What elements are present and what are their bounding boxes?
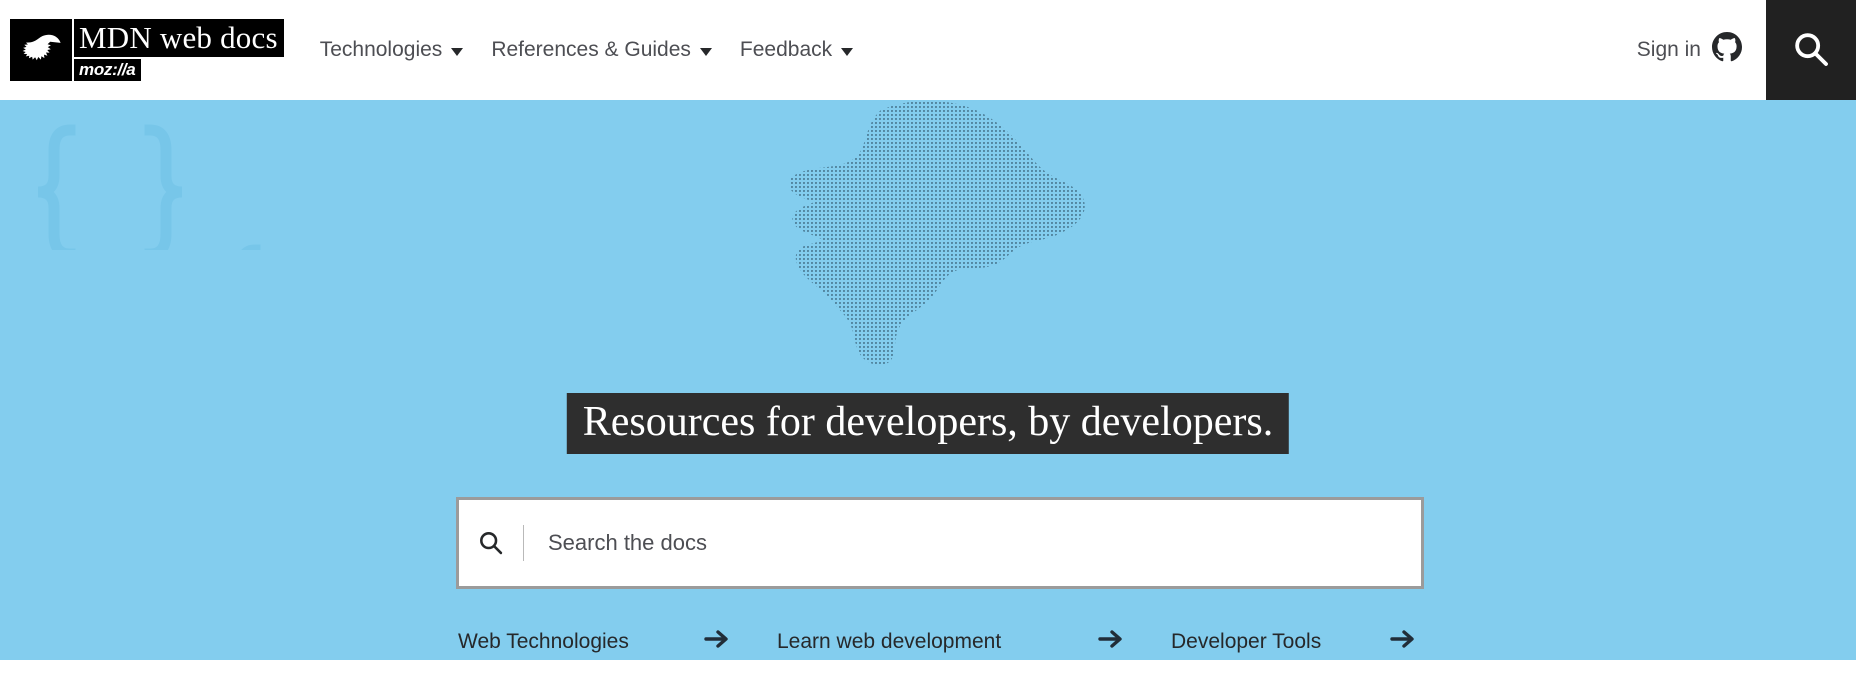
logo-wordmark: MDN web docs [74,19,284,57]
arrow-right-icon [1098,628,1124,656]
logo-text-wrap: MDN web docs moz://a [72,19,284,81]
github-icon [1712,32,1742,68]
search-icon [1791,29,1831,72]
dinosaur-head-icon [10,19,72,81]
page-bottom-spacer [0,660,1856,683]
nav-item-label: References & Guides [491,38,691,61]
search-icon [459,529,523,557]
code-brace-background-pattern [0,100,300,250]
hero-quick-links: Web Technologies Learn web development D… [456,628,1418,660]
header-right-controls: Sign in [1637,0,1856,100]
search-input[interactable] [524,500,1421,586]
quick-link-label: Developer Tools [1171,630,1322,653]
hero-section: Resources for developers, by developers.… [0,100,1856,660]
quick-link-learn-web-development[interactable]: Learn web development [775,628,1126,660]
arrow-right-icon [704,628,730,656]
nav-item-references-and-guides[interactable]: References & Guides [477,0,726,100]
sign-in-label: Sign in [1636,38,1701,61]
quick-link-developer-tools[interactable]: Developer Tools [1169,628,1418,660]
sign-in-link[interactable]: Sign in [1637,0,1766,100]
arrow-right-icon [1390,628,1416,656]
nav-item-label: Technologies [319,38,443,61]
chevron-down-icon [841,47,854,56]
chevron-down-icon [699,47,712,56]
header-search-button[interactable] [1766,0,1856,100]
nav-item-feedback[interactable]: Feedback [726,0,867,100]
hero-headline: Resources for developers, by developers. [566,393,1290,454]
chevron-down-icon [451,47,464,56]
nav-item-label: Feedback [739,38,833,61]
quick-link-label: Learn web development [777,630,1002,653]
logo-mozilla-sub: moz://a [74,59,142,81]
quick-link-web-technologies[interactable]: Web Technologies [456,628,732,660]
main-navigation: Technologies References & Guides Feedbac… [306,0,867,100]
halftone-dinosaur-head-graphic [789,100,1085,366]
hero-search-box[interactable] [456,497,1424,589]
quick-link-label: Web Technologies [458,630,629,653]
site-header: MDN web docs moz://a Technologies Refere… [0,0,1856,100]
mdn-logo[interactable]: MDN web docs moz://a [10,19,284,81]
nav-item-technologies[interactable]: Technologies [306,0,478,100]
